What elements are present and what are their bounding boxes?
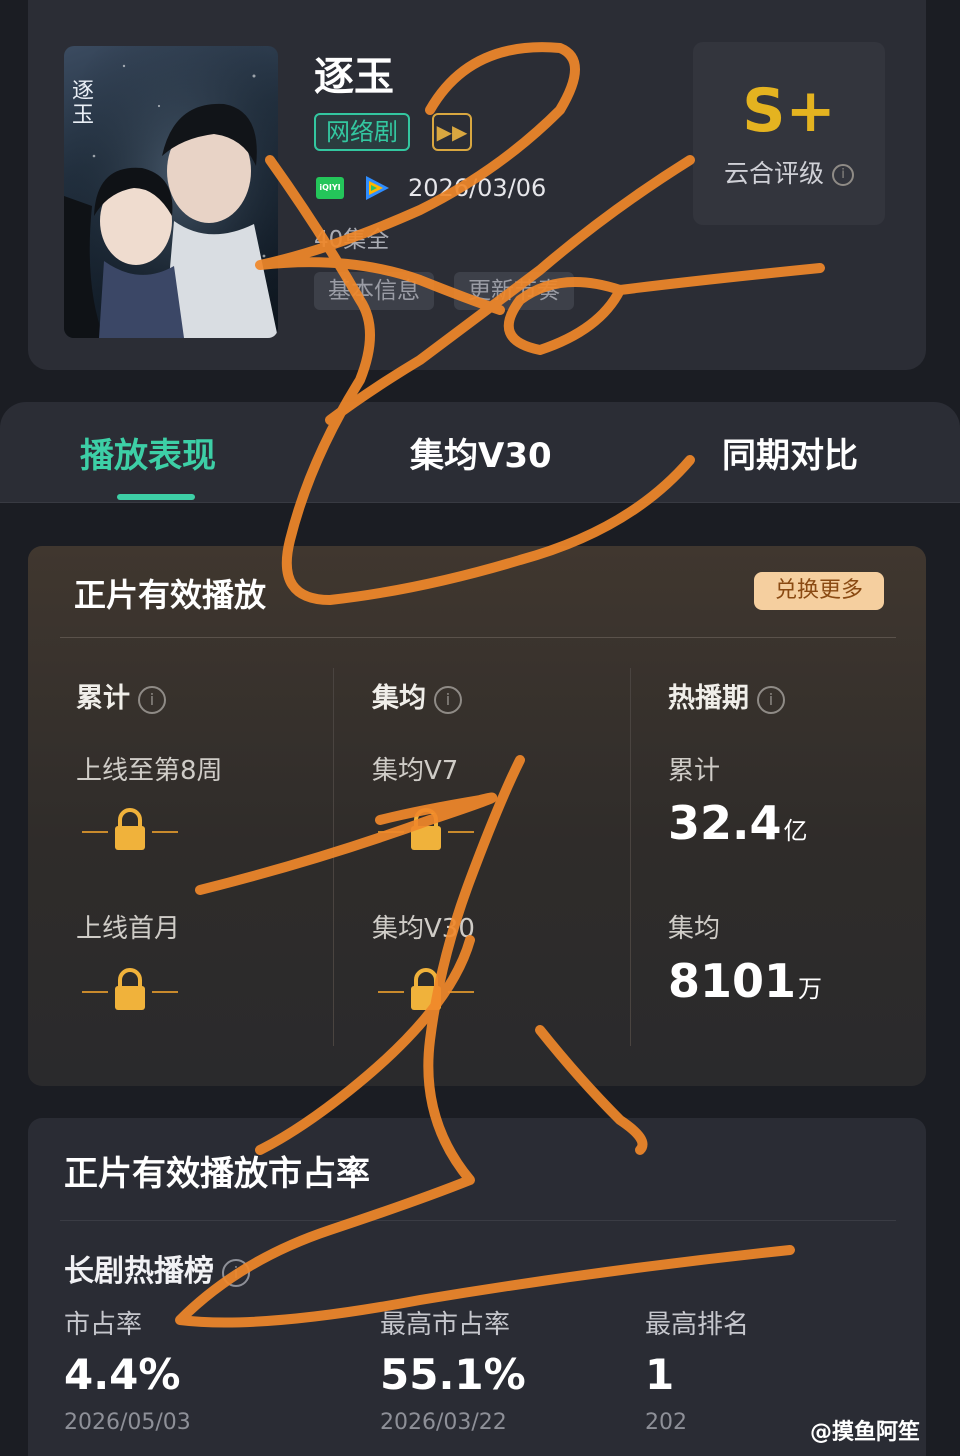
drama-poster[interactable]: 逐玉 <box>64 46 278 338</box>
rating-grade: S+ <box>742 76 836 146</box>
max-rank-label: 最高排名 <box>645 1310 750 1340</box>
episode-count: 40集全 <box>314 227 390 253</box>
lock-icon[interactable] <box>376 966 476 1016</box>
info-icon[interactable]: i <box>832 164 854 186</box>
v30-label: 集均V30 <box>372 914 475 944</box>
market-share-title: 正片有效播放市占率 <box>64 1154 370 1194</box>
max-rank-value: 1 <box>645 1350 675 1399</box>
hot-period-header-text: 热播期 <box>668 683 749 714</box>
tencent-video-icon <box>362 173 392 203</box>
board-title: 长剧热播榜 i <box>64 1246 250 1290</box>
cumulative-header-text: 累计 <box>76 683 130 714</box>
episode-avg-header: 集均 i <box>372 676 462 715</box>
max-share-label: 最高市占率 <box>380 1310 511 1340</box>
share-rate-value: 4.4% <box>64 1350 181 1399</box>
lock-icon[interactable] <box>80 806 180 856</box>
hot-total-value: 32.4亿 <box>668 796 808 850</box>
iqiyi-icon: iQIYI <box>316 177 344 199</box>
lock-icon[interactable] <box>80 966 180 1016</box>
effective-plays-title: 正片有效播放 <box>74 576 267 614</box>
info-icon[interactable]: i <box>138 685 166 714</box>
hot-avg-unit: 万 <box>798 975 823 1003</box>
max-share-value: 55.1% <box>380 1350 526 1399</box>
tab-episode-avg-v30[interactable]: 集均V30 <box>410 428 552 477</box>
share-rate-date: 2026/05/03 <box>64 1410 191 1435</box>
board-title-text: 长剧热播榜 <box>64 1254 214 1289</box>
column-divider <box>630 668 631 1046</box>
air-date: 2026/03/06 <box>408 174 547 202</box>
max-rank-date: 202 <box>645 1410 687 1435</box>
week8-label: 上线至第8周 <box>76 756 223 786</box>
lock-icon[interactable] <box>376 806 476 856</box>
poster-title-text: 逐玉 <box>72 79 95 128</box>
rating-box[interactable]: S+ 云合评级 i <box>693 42 885 225</box>
card-divider <box>60 637 896 638</box>
tab-period-comparison[interactable]: 同期对比 <box>722 428 858 477</box>
tab-divider <box>0 502 960 503</box>
cumulative-header: 累计 i <box>76 676 166 715</box>
rating-label-text: 云合评级 <box>723 159 824 188</box>
hot-period-header: 热播期 i <box>668 676 785 715</box>
episode-avg-header-text: 集均 <box>372 683 426 714</box>
card-divider <box>60 1220 896 1221</box>
hot-total-label: 累计 <box>668 756 721 786</box>
hot-avg-value: 8101万 <box>668 954 822 1008</box>
genre-tag: 网络剧 <box>314 113 410 151</box>
max-share-date: 2026/03/22 <box>380 1410 507 1435</box>
play-forward-icon[interactable]: ▶▶ <box>432 113 472 151</box>
hot-avg-label: 集均 <box>668 914 721 944</box>
tab-play-performance[interactable]: 播放表现 <box>80 428 216 477</box>
rating-label: 云合评级 i <box>693 154 885 190</box>
info-icon[interactable]: i <box>222 1258 250 1287</box>
info-icon[interactable]: i <box>757 685 785 714</box>
hot-total-number: 32.4 <box>668 796 782 850</box>
hot-avg-number: 8101 <box>668 954 797 1008</box>
v7-label: 集均V7 <box>372 756 459 786</box>
exchange-more-button[interactable]: 兑换更多 <box>754 572 884 610</box>
active-tab-indicator <box>117 494 195 500</box>
first-month-label: 上线首月 <box>76 914 181 944</box>
basic-info-button[interactable]: 基本信息 <box>314 272 434 310</box>
column-divider <box>333 668 334 1046</box>
drama-title: 逐玉 <box>314 54 394 100</box>
info-icon[interactable]: i <box>434 685 462 714</box>
share-rate-label: 市占率 <box>64 1310 143 1340</box>
update-schedule-button[interactable]: 更新节奏 <box>454 272 574 310</box>
hot-total-unit: 亿 <box>783 817 808 845</box>
user-credit-watermark: @摸鱼阿笙 <box>810 1420 921 1445</box>
